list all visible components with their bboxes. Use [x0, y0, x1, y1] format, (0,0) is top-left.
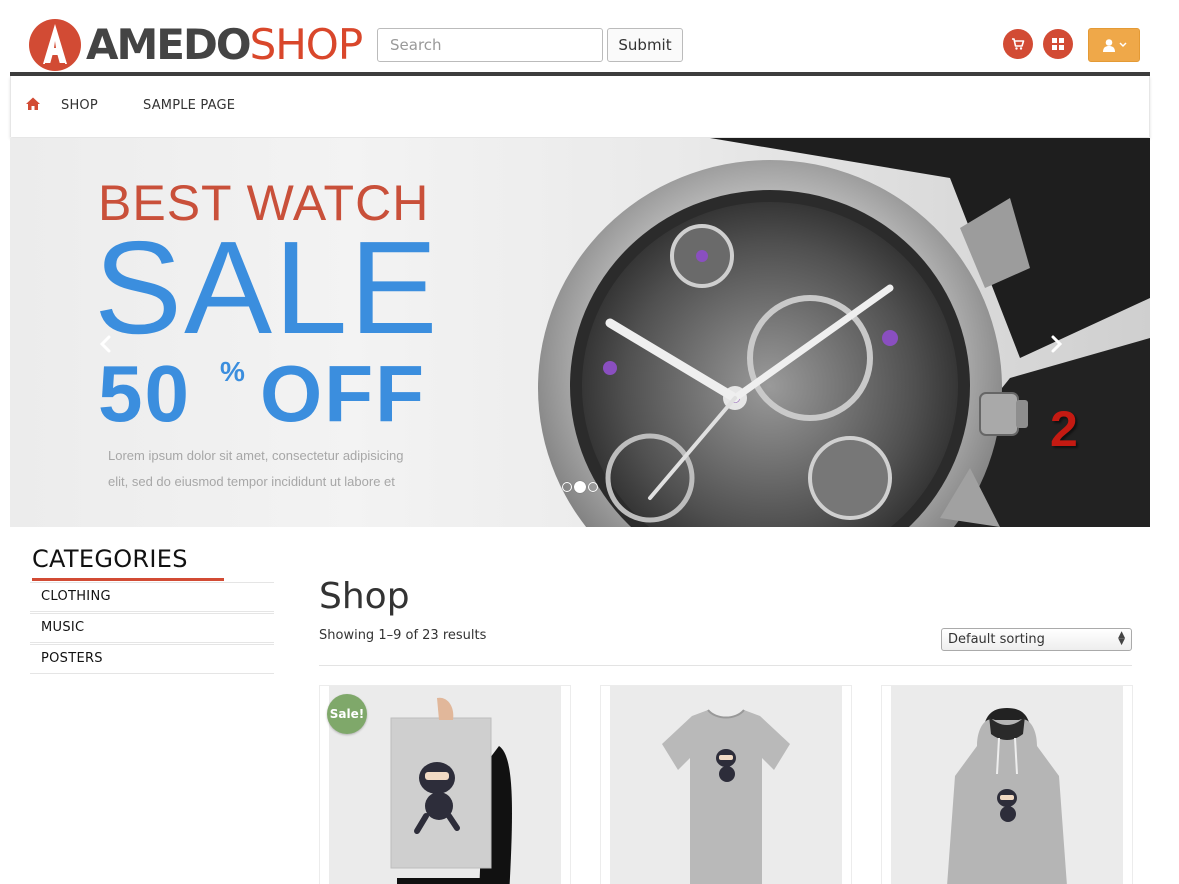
- home-icon[interactable]: [25, 96, 41, 112]
- sorting-select[interactable]: Default sorting ▲ ▼: [941, 628, 1132, 651]
- slider-dot[interactable]: [562, 482, 572, 492]
- categories-list: CLOTHING MUSIC POSTERS: [30, 582, 274, 675]
- slider-next-arrow-icon[interactable]: [1046, 334, 1066, 354]
- hero-slider: BEST WATCH SALE 50 % OFF Lorem ipsum dol…: [10, 138, 1150, 527]
- grid-button[interactable]: [1043, 29, 1073, 59]
- category-posters[interactable]: POSTERS: [30, 644, 274, 674]
- site-logo[interactable]: AMEDOSHOP: [28, 18, 364, 72]
- nav-item-shop[interactable]: SHOP: [61, 98, 98, 113]
- result-count: Showing 1–9 of 23 results: [319, 628, 487, 643]
- chevron-down-icon: [1118, 42, 1127, 48]
- logo-text-amedo: AMEDO: [86, 20, 252, 69]
- tshirt-image: [610, 686, 842, 884]
- sorting-select-value: Default sorting: [948, 632, 1045, 647]
- slider-prev-arrow-icon[interactable]: [96, 334, 116, 354]
- slide-text-line: Lorem ipsum dolor sit amet, consectetur …: [108, 448, 404, 463]
- slide-sale: SALE: [94, 214, 440, 361]
- slider-dot[interactable]: [588, 482, 598, 492]
- slide-number: 2: [1050, 401, 1078, 457]
- category-clothing[interactable]: CLOTHING: [30, 582, 274, 612]
- page-title: Shop: [319, 576, 410, 617]
- product-image[interactable]: [610, 686, 842, 884]
- slide-discount-off: OFF: [260, 349, 426, 438]
- sale-badge: Sale!: [327, 694, 367, 734]
- product-image[interactable]: [891, 686, 1123, 884]
- hoodie-image: [891, 686, 1123, 884]
- main-nav: SHOP SAMPLE PAGE: [10, 76, 1150, 137]
- logo-text-shop: SHOP: [249, 20, 364, 69]
- grid-icon: [1052, 38, 1064, 50]
- logo-icon: [29, 19, 81, 71]
- user-menu-button[interactable]: [1088, 28, 1140, 62]
- search-submit-button[interactable]: Submit: [607, 28, 683, 62]
- select-caret-icon: ▲ ▼: [1118, 630, 1125, 647]
- categories-heading: CATEGORIES: [32, 545, 188, 573]
- search-input[interactable]: [377, 28, 603, 62]
- slider-dots: [562, 481, 598, 493]
- slide-discount-percent: %: [220, 356, 245, 387]
- product-card[interactable]: [600, 685, 852, 884]
- divider: [319, 665, 1132, 666]
- slider-dot-active[interactable]: [574, 481, 586, 493]
- cart-icon: [1012, 38, 1025, 50]
- cart-button[interactable]: [1003, 29, 1033, 59]
- category-music[interactable]: MUSIC: [30, 613, 274, 643]
- slide-text-line: elit, sed do eiusmod tempor incididunt u…: [108, 474, 395, 489]
- categories-underline: [32, 578, 224, 581]
- product-card[interactable]: Sale!: [319, 685, 571, 884]
- user-icon: [1102, 39, 1115, 52]
- slide-discount-number: 50: [98, 349, 191, 438]
- nav-item-sample-page[interactable]: SAMPLE PAGE: [143, 98, 235, 113]
- product-card[interactable]: [881, 685, 1133, 884]
